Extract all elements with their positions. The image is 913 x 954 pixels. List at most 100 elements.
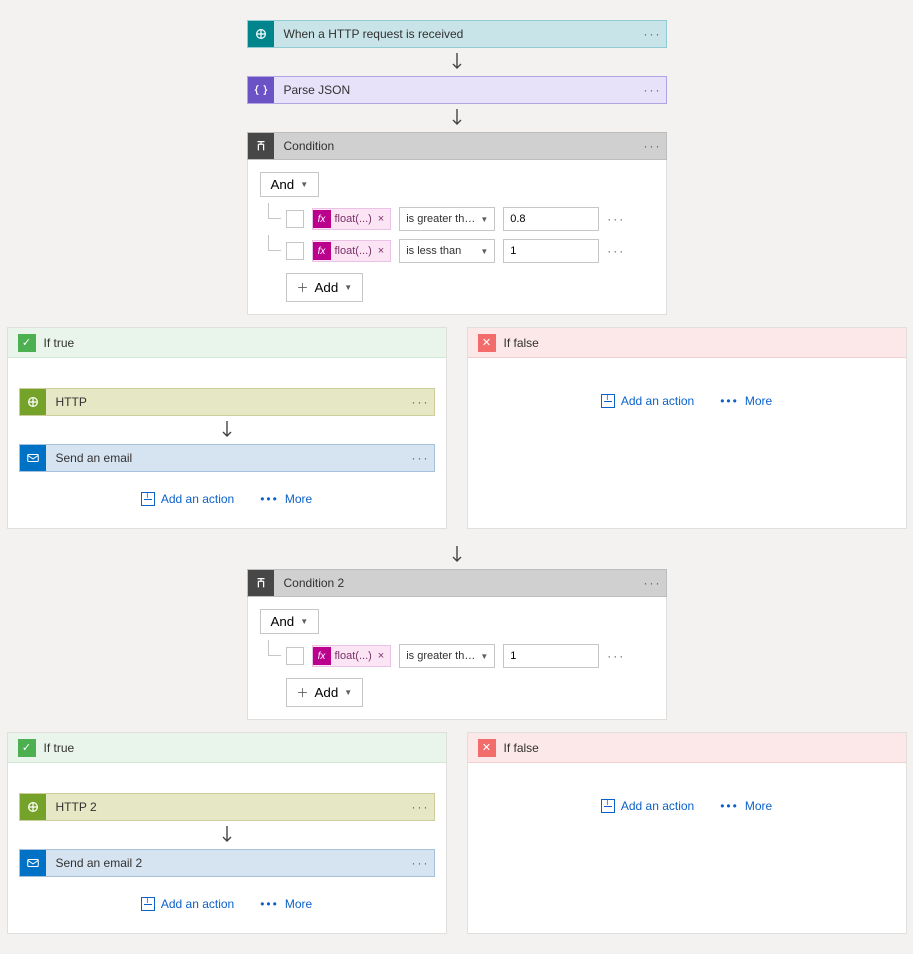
operator-select[interactable]: is greater than o... ▼ [399, 644, 495, 668]
condition-branches: ✓ If true HTTP ··· Send an email ··· [0, 327, 913, 529]
add-action-label: Add an action [161, 897, 234, 911]
rule-checkbox[interactable] [286, 210, 304, 228]
add-action-label: Add an action [621, 799, 694, 813]
http-icon [20, 389, 46, 415]
group-operator-dropdown[interactable]: And ▼ [260, 609, 320, 634]
step-menu[interactable]: ··· [408, 395, 434, 409]
chevron-down-icon: ▼ [300, 617, 308, 626]
more-label: More [745, 394, 772, 408]
more-label: More [285, 492, 312, 506]
add-rule-button[interactable]: ＋ Add ▼ [286, 678, 364, 707]
more-link[interactable]: ••• More [720, 394, 772, 408]
add-action-link[interactable]: Add an action [601, 394, 694, 408]
if-true-branch: ✓ If true HTTP ··· Send an email ··· [7, 327, 447, 529]
rule-row: fx float(...) × is greater than o... ▼ ·… [260, 644, 654, 668]
trigger-step[interactable]: When a HTTP request is received ··· [247, 20, 667, 48]
step-title: HTTP 2 [46, 794, 408, 820]
branch-header-true: ✓ If true [8, 328, 446, 358]
remove-icon[interactable]: × [376, 213, 386, 225]
outlook-icon [20, 850, 46, 876]
expression-token[interactable]: fx float(...) × [312, 645, 392, 667]
branch-label: If false [504, 741, 539, 755]
remove-icon[interactable]: × [376, 650, 386, 662]
add-action-label: Add an action [161, 492, 234, 506]
condition-body-2: And ▼ fx float(...) × is greater than o.… [247, 597, 667, 720]
step-title: Condition [274, 133, 640, 159]
row-menu[interactable]: ··· [607, 649, 625, 663]
parse-json-step[interactable]: Parse JSON ··· [247, 76, 667, 104]
operator-label: And [271, 614, 295, 629]
expression-token[interactable]: fx float(...) × [312, 208, 392, 230]
condition-step-2[interactable]: Condition 2 ··· [247, 569, 667, 597]
rule-checkbox[interactable] [286, 647, 304, 665]
rule-row: fx float(...) × is less than ▼ ··· [260, 239, 654, 263]
add-action-link[interactable]: Add an action [141, 897, 234, 911]
step-title: When a HTTP request is received [274, 21, 640, 47]
branch-label: If true [44, 741, 75, 755]
more-link[interactable]: ••• More [260, 492, 312, 506]
value-input[interactable] [503, 644, 599, 668]
operator-select[interactable]: is greater than o... ▼ [399, 207, 495, 231]
step-menu[interactable]: ··· [408, 451, 434, 465]
http-action-step-2[interactable]: HTTP 2 ··· [19, 793, 435, 821]
step-title: Condition 2 [274, 570, 640, 596]
json-icon [248, 77, 274, 103]
remove-icon[interactable]: × [376, 245, 386, 257]
if-false-branch: ✕ If false Add an action ••• More [467, 327, 907, 529]
branch-actions: Add an action ••• More [141, 492, 312, 506]
http-trigger-icon [248, 21, 274, 47]
arrow-icon [219, 416, 235, 444]
check-icon: ✓ [18, 739, 36, 757]
group-operator-dropdown[interactable]: And ▼ [260, 172, 320, 197]
step-menu[interactable]: ··· [640, 27, 666, 41]
step-menu[interactable]: ··· [640, 576, 666, 590]
operator-select[interactable]: is less than ▼ [399, 239, 495, 263]
step-title: Parse JSON [274, 77, 640, 103]
branch-header-true: ✓ If true [8, 733, 446, 763]
value-input[interactable] [503, 207, 599, 231]
arrow-icon [449, 48, 465, 76]
rule-row: fx float(...) × is greater than o... ▼ ·… [260, 207, 654, 231]
branch-label: If false [504, 336, 539, 350]
step-menu[interactable]: ··· [408, 800, 434, 814]
insert-icon [141, 492, 155, 506]
row-menu[interactable]: ··· [607, 212, 625, 226]
chevron-down-icon: ▼ [344, 688, 352, 697]
rule-checkbox[interactable] [286, 242, 304, 260]
condition-icon [248, 570, 274, 596]
branch-actions: Add an action ••• More [601, 394, 772, 408]
add-action-link[interactable]: Add an action [141, 492, 234, 506]
step-menu[interactable]: ··· [640, 83, 666, 97]
value-input[interactable] [503, 239, 599, 263]
chevron-down-icon: ▼ [480, 215, 488, 224]
branch-actions: Add an action ••• More [601, 799, 772, 813]
condition-body: And ▼ fx float(...) × is greater than o.… [247, 160, 667, 315]
add-rule-button[interactable]: ＋ Add ▼ [286, 273, 364, 302]
if-true-branch-2: ✓ If true HTTP 2 ··· Send an email 2 ··· [7, 732, 447, 934]
send-email-step[interactable]: Send an email ··· [19, 444, 435, 472]
step-menu[interactable]: ··· [408, 856, 434, 870]
branch-header-false: ✕ If false [468, 733, 906, 763]
rules-list: fx float(...) × is greater than o... ▼ ·… [260, 207, 654, 263]
more-link[interactable]: ••• More [720, 799, 772, 813]
condition-step[interactable]: Condition ··· [247, 132, 667, 160]
branch-header-false: ✕ If false [468, 328, 906, 358]
expression-token[interactable]: fx float(...) × [312, 240, 392, 262]
branch-label: If true [44, 336, 75, 350]
arrow-icon [449, 104, 465, 132]
outlook-icon [20, 445, 46, 471]
send-email-step-2[interactable]: Send an email 2 ··· [19, 849, 435, 877]
chevron-down-icon: ▼ [480, 247, 488, 256]
add-action-link[interactable]: Add an action [601, 799, 694, 813]
dots-icon: ••• [720, 394, 739, 408]
arrow-icon [219, 821, 235, 849]
step-menu[interactable]: ··· [640, 139, 666, 153]
condition-icon [248, 133, 274, 159]
insert-icon [601, 799, 615, 813]
more-label: More [745, 799, 772, 813]
row-menu[interactable]: ··· [607, 244, 625, 258]
add-action-label: Add an action [621, 394, 694, 408]
branch-actions: Add an action ••• More [141, 897, 312, 911]
more-link[interactable]: ••• More [260, 897, 312, 911]
http-action-step[interactable]: HTTP ··· [19, 388, 435, 416]
